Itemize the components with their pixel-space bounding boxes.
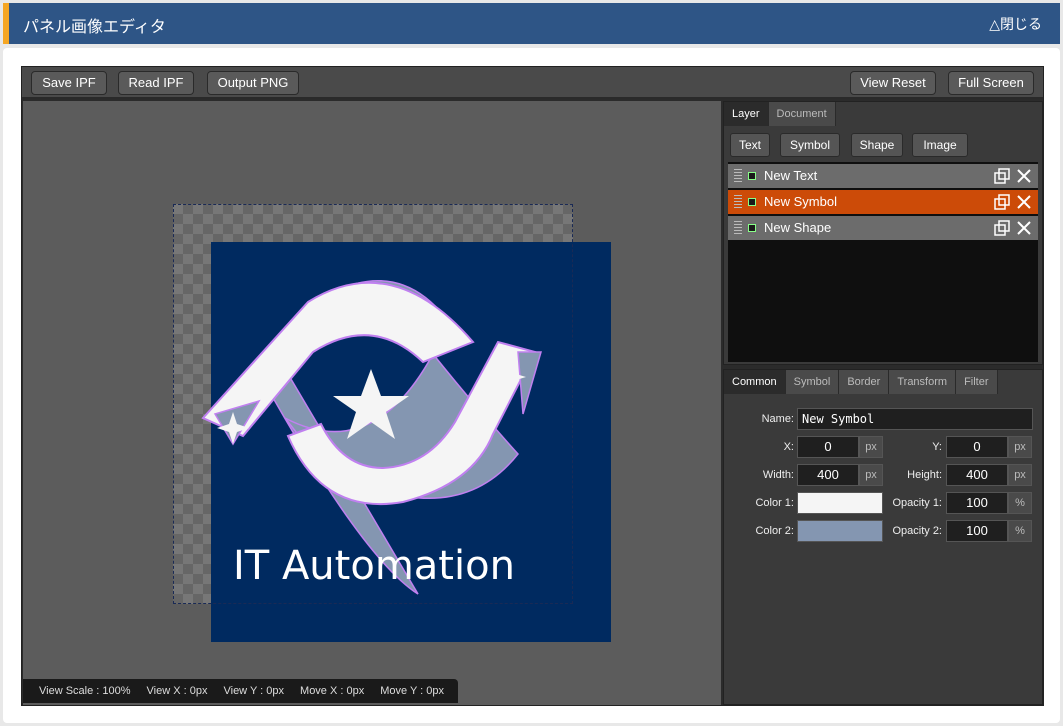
height-input[interactable]: 400: [946, 464, 1008, 486]
title-bar: パネル画像エディタ △閉じる: [3, 3, 1060, 44]
height-label: Height:: [907, 469, 942, 481]
width-input[interactable]: 400: [797, 464, 859, 486]
height-unit: px: [1008, 464, 1032, 486]
layer-name: New Symbol: [764, 194, 837, 209]
color2-label: Color 2:: [755, 525, 794, 537]
tab-transform[interactable]: Transform: [889, 370, 957, 394]
properties-tabs: Common Symbol Border Transform Filter: [724, 370, 998, 394]
layer-name: New Shape: [764, 220, 832, 235]
properties-panel: Common Symbol Border Transform Filter Na…: [723, 369, 1043, 705]
duplicate-icon[interactable]: [994, 168, 1010, 184]
save-ipf-button[interactable]: Save IPF: [31, 71, 107, 95]
delete-icon[interactable]: [1016, 168, 1032, 184]
tab-border[interactable]: Border: [839, 370, 890, 394]
tab-common[interactable]: Common: [724, 370, 786, 394]
tab-symbol[interactable]: Symbol: [785, 370, 840, 394]
layer-list: New Text New Symbol New Shape: [728, 162, 1038, 362]
layer-item-new-text[interactable]: New Text: [728, 164, 1038, 188]
move-y-status: Move Y : 0px: [380, 685, 445, 697]
name-label: Name:: [761, 413, 794, 425]
read-ipf-button[interactable]: Read IPF: [118, 71, 194, 95]
drag-handle-icon[interactable]: [734, 195, 742, 209]
x-input[interactable]: 0: [797, 436, 859, 458]
y-input[interactable]: 0: [946, 436, 1008, 458]
y-unit: px: [1008, 436, 1032, 458]
add-text-button[interactable]: Text: [730, 133, 770, 157]
name-input[interactable]: New Symbol: [797, 408, 1033, 430]
opacity2-input[interactable]: 100: [946, 520, 1008, 542]
opacity1-unit: %: [1008, 492, 1032, 514]
tab-layer[interactable]: Layer: [724, 102, 769, 126]
duplicate-icon[interactable]: [994, 194, 1010, 210]
width-label: Width:: [762, 469, 794, 481]
full-screen-button[interactable]: Full Screen: [948, 71, 1034, 95]
delete-icon[interactable]: [1016, 220, 1032, 236]
opacity2-unit: %: [1008, 520, 1032, 542]
view-x-status: View X : 0px: [146, 685, 208, 697]
view-reset-button[interactable]: View Reset: [850, 71, 936, 95]
layer-panel-tabs: Layer Document: [724, 102, 836, 126]
layer-panel: Layer Document Text Symbol Shape Image N…: [723, 101, 1043, 365]
close-button[interactable]: △閉じる: [989, 14, 1042, 34]
color1-swatch[interactable]: [797, 492, 883, 514]
visibility-toggle-icon[interactable]: [748, 198, 756, 206]
window-title: パネル画像エディタ: [23, 17, 166, 36]
toolbar: Save IPF Read IPF Output PNG View Reset …: [22, 67, 1043, 99]
opacity1-input[interactable]: 100: [946, 492, 1008, 514]
drag-handle-icon[interactable]: [734, 221, 742, 235]
visibility-toggle-icon[interactable]: [748, 224, 756, 232]
width-unit: px: [859, 464, 883, 486]
output-png-button[interactable]: Output PNG: [207, 71, 299, 95]
color1-label: Color 1:: [755, 497, 794, 509]
tab-document[interactable]: Document: [768, 102, 836, 126]
layer-name: New Text: [764, 168, 818, 183]
delete-icon[interactable]: [1016, 194, 1032, 210]
canvas-area[interactable]: IT Automation View Scale : 100% View X :…: [23, 101, 721, 705]
editor-container: Save IPF Read IPF Output PNG View Reset …: [3, 48, 1060, 723]
move-x-status: Move X : 0px: [300, 685, 365, 697]
color2-swatch[interactable]: [797, 520, 883, 542]
visibility-toggle-icon[interactable]: [748, 172, 756, 180]
text-layer[interactable]: IT Automation: [233, 543, 515, 589]
opacity2-label: Opacity 2:: [892, 525, 942, 537]
opacity1-label: Opacity 1:: [892, 497, 942, 509]
image-editor: Save IPF Read IPF Output PNG View Reset …: [21, 66, 1044, 706]
add-image-button[interactable]: Image: [912, 133, 968, 157]
layer-item-new-shape[interactable]: New Shape: [728, 216, 1038, 240]
duplicate-icon[interactable]: [994, 220, 1010, 236]
x-label: X:: [783, 441, 794, 453]
status-bar: View Scale : 100% View X : 0px View Y : …: [23, 679, 459, 703]
add-shape-button[interactable]: Shape: [851, 133, 903, 157]
add-symbol-button[interactable]: Symbol: [780, 133, 840, 157]
view-y-status: View Y : 0px: [223, 685, 285, 697]
layer-item-new-symbol[interactable]: New Symbol: [728, 190, 1038, 214]
drag-handle-icon[interactable]: [734, 169, 742, 183]
tab-filter[interactable]: Filter: [956, 370, 998, 394]
view-scale-status: View Scale : 100%: [39, 685, 131, 697]
y-label: Y:: [932, 441, 942, 453]
x-unit: px: [859, 436, 883, 458]
